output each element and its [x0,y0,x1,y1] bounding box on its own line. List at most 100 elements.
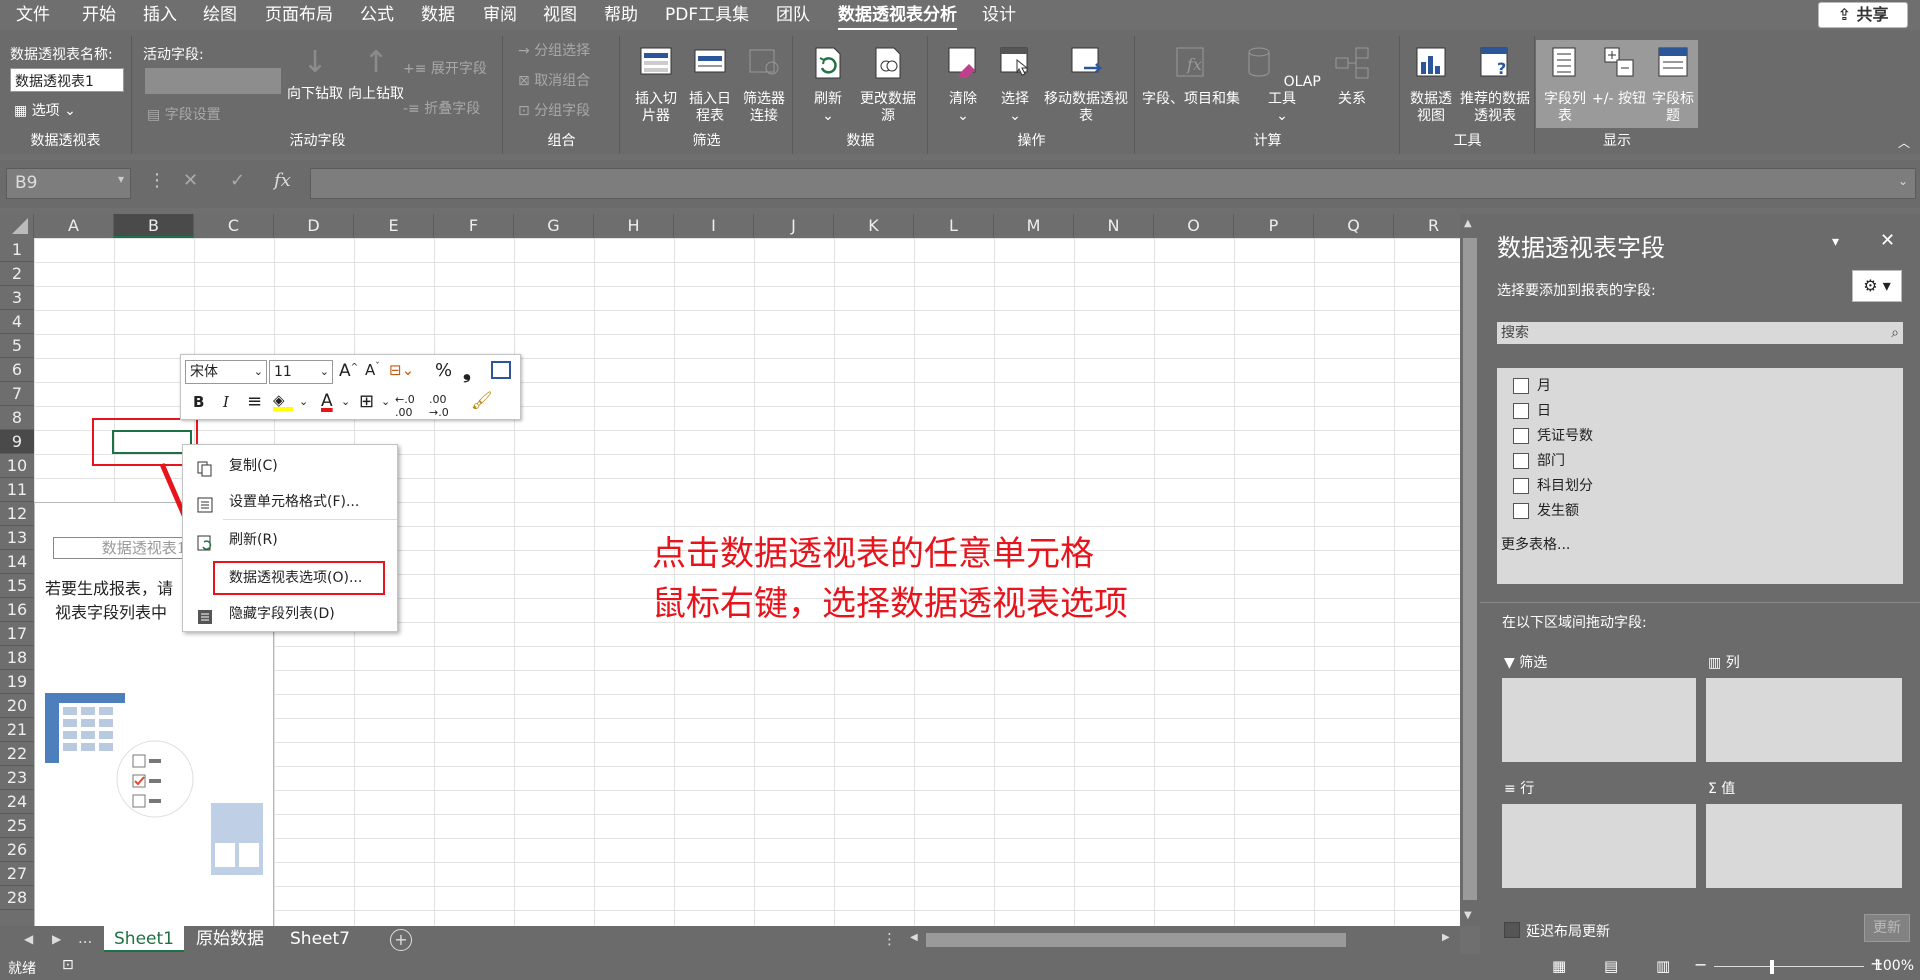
field-list-toggle[interactable]: 字段列表 [1540,44,1590,125]
column-header[interactable]: O [1154,214,1234,238]
column-header[interactable]: K [834,214,914,238]
row-header[interactable]: 22 [0,742,34,766]
page-layout-view-icon[interactable]: ▤ [1604,957,1618,975]
row-header[interactable]: 21 [0,718,34,742]
more-tables-link[interactable]: 更多表格... [1501,534,1570,554]
recommended-pivottables-button[interactable]: ? 推荐的数据透视表 [1459,44,1531,125]
tab-data[interactable]: 数据 [421,3,455,29]
align-center-icon[interactable]: ≡ [247,391,262,412]
olap-tools-button[interactable]: OLAP 工具 ⌄ [1240,44,1324,125]
column-header[interactable]: A [34,214,114,238]
clear-button[interactable]: 清除 ⌄ [937,44,989,125]
menu-format-cells[interactable]: 设置单元格格式(F)... [183,487,397,517]
tab-formulas[interactable]: 公式 [360,3,394,29]
font-color-icon[interactable]: A [321,391,333,411]
group-selection-button[interactable]: → 分组选择 [518,40,590,60]
move-pivottable-button[interactable]: 移动数据透视表 [1043,44,1129,125]
insert-slicer-button[interactable]: 插入切片器 [629,44,683,125]
refresh-button[interactable]: 刷新 ⌄ [802,44,854,125]
row-header[interactable]: 16 [0,598,34,622]
add-sheet-icon[interactable]: + [390,929,412,951]
scroll-down-icon[interactable]: ▼ [1464,910,1472,921]
pivot-options-button[interactable]: ▦ 选项 ⌄ [14,100,76,120]
formula-expand-icon[interactable]: ⌄ [1898,174,1908,188]
italic-icon[interactable]: I [223,393,229,411]
font-size-select[interactable]: 11 ⌄ [269,360,333,384]
column-header[interactable]: P [1234,214,1314,238]
scroll-right-icon[interactable]: ▶ [1442,932,1450,943]
sheet-next-icon[interactable]: ▶ [52,932,61,946]
active-field-input[interactable] [145,68,281,94]
tab-pdf-tools[interactable]: PDF工具集 [665,3,749,29]
macro-record-icon[interactable]: ⊡ [62,957,74,973]
field-checkbox-amount[interactable]: 发生额 [1513,499,1579,523]
relationships-button[interactable]: 关系 [1326,44,1378,108]
increase-decimal-icon[interactable]: ←.0.00 [395,393,415,419]
collapse-ribbon-icon[interactable]: ︿ [1898,134,1910,151]
tab-page-layout[interactable]: 页面布局 [265,3,333,29]
name-box[interactable]: B9 [6,168,131,199]
insert-timeline-button[interactable]: 插入日程表 [683,44,737,125]
field-checkbox-voucher[interactable]: 凭证号数 [1513,424,1593,448]
values-drop-area[interactable] [1706,804,1902,888]
drill-up-button[interactable]: ↑ 向上钻取 [345,44,407,103]
field-search-input[interactable]: 搜索 ⌕ [1497,322,1903,344]
column-header[interactable]: R [1394,214,1460,238]
formula-input[interactable] [310,168,1916,199]
tab-team[interactable]: 团队 [776,3,810,29]
column-header[interactable]: I [674,214,754,238]
row-header[interactable]: 7 [0,382,34,406]
column-header[interactable]: B [114,214,194,238]
collapse-field-button[interactable]: -≡ 折叠字段 [403,98,480,118]
field-checkbox-month[interactable]: 月 [1513,374,1551,398]
borders-dropdown-icon[interactable]: ⌄ [381,395,390,408]
tab-view[interactable]: 视图 [543,3,577,29]
column-header[interactable]: J [754,214,834,238]
fields-items-sets-button[interactable]: fx 字段、项目和集 [1142,44,1240,108]
scroll-up-icon[interactable]: ▲ [1464,218,1472,229]
column-header[interactable]: G [514,214,594,238]
horizontal-scroll-thumb[interactable] [926,933,1346,947]
drill-down-button[interactable]: ↓ 向下钻取 [283,44,347,103]
row-header[interactable]: 10 [0,454,34,478]
menu-hide-field-list[interactable]: 隐藏字段列表(D) [183,599,397,629]
bold-icon[interactable]: B [193,393,204,411]
rows-drop-area[interactable] [1502,804,1696,888]
column-header[interactable]: D [274,214,354,238]
row-header[interactable]: 4 [0,310,34,334]
menu-copy[interactable]: 复制(C) [183,451,397,481]
filter-connections-button[interactable]: 筛选器连接 [737,44,791,125]
columns-drop-area[interactable] [1706,678,1902,762]
filters-drop-area[interactable] [1502,678,1696,762]
column-header[interactable]: E [354,214,434,238]
vertical-scrollbar[interactable]: ▲ ▼ [1460,214,1480,926]
font-color-dropdown-icon[interactable]: ⌄ [341,395,350,408]
pane-settings-button[interactable]: ⚙ ▾ [1852,270,1902,302]
row-header[interactable]: 27 [0,862,34,886]
format-painter-icon[interactable]: 🖌 [471,391,493,411]
increase-font-icon[interactable]: A^ [339,361,358,381]
column-header[interactable]: F [434,214,514,238]
select-all-corner[interactable] [0,214,34,238]
decrease-font-icon[interactable]: Aˇ [365,361,380,379]
column-header[interactable]: M [994,214,1074,238]
fill-color-dropdown-icon[interactable]: ⌄ [299,395,308,408]
column-header[interactable]: Q [1314,214,1394,238]
font-name-select[interactable]: 宋体 ⌄ [185,360,267,384]
vertical-scroll-thumb[interactable] [1463,238,1477,900]
row-header[interactable]: 18 [0,646,34,670]
row-header[interactable]: 5 [0,334,34,358]
tab-draw[interactable]: 绘图 [203,3,237,29]
field-settings-button[interactable]: ▤ 字段设置 [147,104,221,124]
field-checkbox-day[interactable]: 日 [1513,399,1551,423]
pane-splitter[interactable] [1480,602,1920,603]
sheet-tab-raw-data[interactable]: 原始数据 [186,926,274,952]
row-header[interactable]: 9 [0,430,34,454]
row-header[interactable]: 6 [0,358,34,382]
zoom-out-icon[interactable]: − [1694,955,1707,974]
row-header[interactable]: 24 [0,790,34,814]
namebox-dropdown-icon[interactable]: ▾ [118,172,124,186]
select-button[interactable]: 选择 ⌄ [989,44,1041,125]
zoom-slider-thumb[interactable] [1770,960,1774,974]
decrease-decimal-icon[interactable]: .00 →.0 [429,393,449,419]
